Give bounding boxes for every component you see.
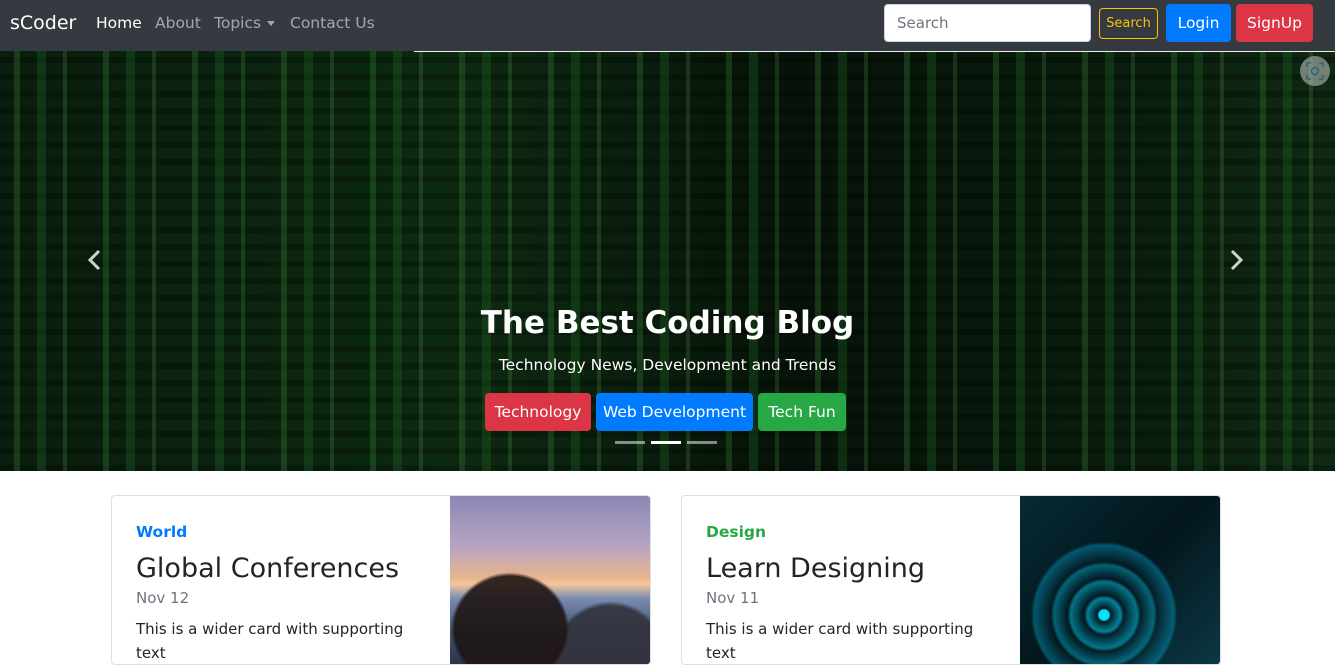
- card-image: [450, 496, 650, 664]
- nav-dropdown-topics[interactable]: Topics: [214, 14, 276, 32]
- signup-button[interactable]: SignUp: [1236, 4, 1313, 42]
- web-development-button[interactable]: Web Development: [596, 393, 753, 431]
- carousel-prev-button[interactable]: [85, 248, 105, 272]
- chevron-left-icon: [87, 249, 101, 271]
- hero-subtitle: Technology News, Development and Trends: [498, 356, 837, 374]
- search-input[interactable]: [884, 4, 1091, 42]
- card-category[interactable]: World: [136, 523, 187, 541]
- scan-icon: [1306, 62, 1324, 80]
- nav-link-contact[interactable]: Contact Us: [290, 14, 375, 32]
- card-date: Nov 11: [706, 589, 760, 607]
- caret-down-icon: [267, 21, 276, 26]
- nav-link-topics-label: Topics: [214, 14, 262, 32]
- carousel-indicator-3[interactable]: [687, 441, 717, 444]
- carousel-indicator-2[interactable]: [651, 441, 681, 444]
- chevron-right-icon: [1230, 249, 1244, 271]
- card-text: This is a wider card with supporting tex…: [706, 620, 974, 662]
- blog-card: World Global Conferences Nov 12 This is …: [111, 495, 651, 665]
- nav-link-home[interactable]: Home: [96, 14, 142, 32]
- nav-link-about[interactable]: About: [155, 14, 201, 32]
- navbar: sCoder Home About Topics Contact Us Sear…: [0, 0, 1335, 51]
- carousel-indicator-1[interactable]: [615, 441, 645, 444]
- blog-card: Design Learn Designing Nov 11 This is a …: [681, 495, 1221, 665]
- card-title: Learn Designing: [706, 553, 926, 584]
- card-title: Global Conferences: [136, 553, 400, 584]
- technology-button[interactable]: Technology: [485, 393, 591, 431]
- login-button[interactable]: Login: [1166, 4, 1231, 42]
- card-category[interactable]: Design: [706, 523, 766, 541]
- search-button[interactable]: Search: [1099, 8, 1158, 39]
- tech-fun-button[interactable]: Tech Fun: [758, 393, 846, 431]
- carousel-next-button[interactable]: [1226, 248, 1246, 272]
- card-image: [1020, 496, 1220, 664]
- hero-carousel: The Best Coding Blog Technology News, De…: [0, 51, 1335, 471]
- card-text: This is a wider card with supporting tex…: [136, 620, 404, 662]
- brand-logo[interactable]: sCoder: [10, 12, 76, 34]
- divider: [414, 51, 1335, 52]
- card-date: Nov 12: [136, 589, 190, 607]
- scan-button[interactable]: [1300, 56, 1330, 86]
- hero-title: The Best Coding Blog: [480, 305, 855, 341]
